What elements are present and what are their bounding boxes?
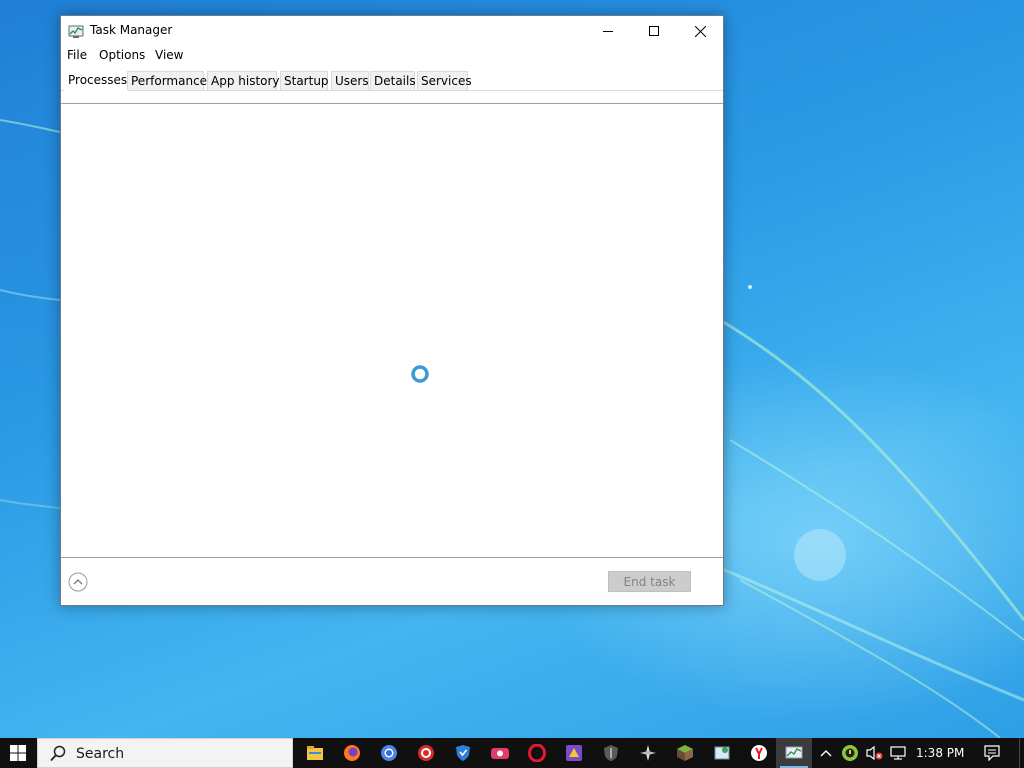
- chrome-icon[interactable]: [371, 738, 407, 768]
- minimize-button[interactable]: [585, 16, 631, 46]
- display-network-icon[interactable]: [887, 738, 909, 768]
- footer-bar: End task: [61, 557, 723, 605]
- tab-performance[interactable]: Performance: [127, 71, 207, 90]
- maximize-button[interactable]: [631, 16, 677, 46]
- yandex-browser-icon[interactable]: [741, 738, 777, 768]
- tab-services[interactable]: Services: [417, 71, 472, 90]
- menu-bar: File Options View: [61, 46, 723, 66]
- menu-file[interactable]: File: [67, 48, 87, 62]
- title-bar[interactable]: Task Manager: [61, 16, 723, 46]
- minecraft-icon[interactable]: [667, 738, 703, 768]
- maximize-icon: [649, 26, 659, 36]
- camera-app-icon[interactable]: [482, 738, 518, 768]
- chevron-up-icon[interactable]: [816, 738, 836, 768]
- task-manager-taskbar-icon[interactable]: [776, 738, 812, 768]
- action-center-icon[interactable]: [980, 738, 1004, 768]
- processes-panel: [61, 103, 723, 558]
- task-manager-icon: [68, 23, 84, 39]
- menu-options[interactable]: Options: [99, 48, 145, 62]
- tab-startup[interactable]: Startup: [280, 71, 329, 90]
- minimize-icon: [603, 31, 613, 32]
- end-task-button[interactable]: End task: [608, 571, 691, 592]
- loading-spinner-icon: [410, 364, 430, 384]
- search-placeholder: Search: [76, 746, 125, 762]
- show-desktop-button[interactable]: [1019, 738, 1024, 768]
- opera-icon[interactable]: [519, 738, 555, 768]
- menu-view[interactable]: View: [155, 48, 183, 62]
- file-explorer-icon[interactable]: [297, 738, 333, 768]
- chevron-up-circle-icon[interactable]: [68, 572, 88, 592]
- network-warning-icon[interactable]: [839, 738, 861, 768]
- tab-app-history[interactable]: App history: [207, 71, 280, 90]
- window-title: Task Manager: [90, 23, 173, 37]
- search-icon: [50, 745, 66, 766]
- game-app-icon[interactable]: [556, 738, 592, 768]
- tab-processes[interactable]: Processes: [64, 70, 128, 91]
- tab-strip: Processes Performance App history Startu…: [61, 70, 723, 91]
- tank-game-icon[interactable]: [593, 738, 629, 768]
- firefox-icon[interactable]: [334, 738, 370, 768]
- red-app-icon[interactable]: [408, 738, 444, 768]
- tab-details[interactable]: Details: [370, 71, 416, 90]
- volume-muted-icon[interactable]: [863, 738, 885, 768]
- taskbar: Search 1:38 PM: [0, 738, 1024, 768]
- installer-app-icon[interactable]: [704, 738, 740, 768]
- compass-app-icon[interactable]: [630, 738, 666, 768]
- close-icon: [694, 25, 706, 37]
- task-manager-window: Task Manager File Options View Processes…: [60, 15, 724, 606]
- tab-users[interactable]: Users: [331, 71, 369, 90]
- close-button[interactable]: [677, 16, 723, 46]
- start-button[interactable]: [0, 738, 36, 768]
- taskbar-search-box[interactable]: Search: [37, 738, 293, 768]
- windows-logo-icon: [10, 745, 26, 761]
- taskbar-clock[interactable]: 1:38 PM: [916, 746, 964, 760]
- shield-app-icon[interactable]: [445, 738, 481, 768]
